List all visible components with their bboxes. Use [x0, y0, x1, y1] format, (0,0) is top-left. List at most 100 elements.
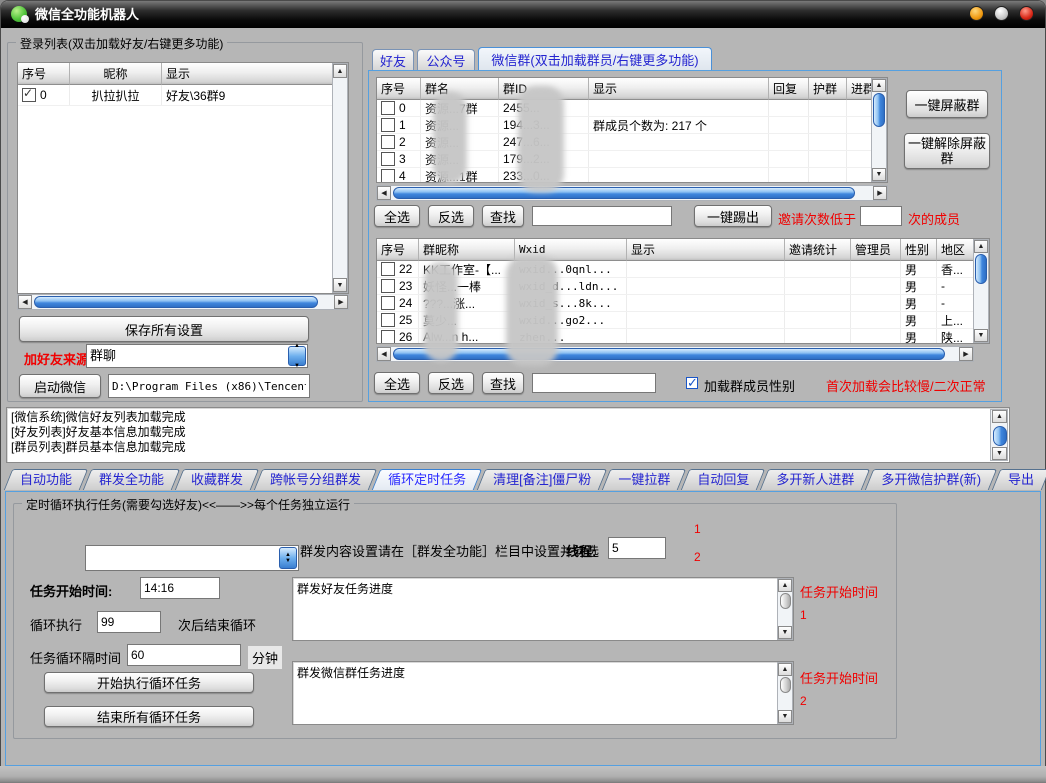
tab-favorites-send[interactable]: 收藏群发: [179, 469, 255, 490]
tab-wechat-groups[interactable]: 微信群(双击加载群员/右键更多功能): [478, 47, 712, 70]
row-checkbox[interactable]: [381, 135, 395, 149]
maximize-button[interactable]: [994, 6, 1009, 21]
tab-one-click-pull-group[interactable]: 一键拉群: [606, 469, 682, 490]
group-task-progress-box[interactable]: 群发微信群任务进度 ▲ ▼: [292, 661, 794, 725]
add-friend-source-combobox[interactable]: 群聊 ▲▼: [86, 344, 308, 368]
scroll-down-icon[interactable]: ▼: [992, 447, 1007, 460]
tab-official-accounts[interactable]: 公众号: [417, 49, 475, 70]
tab-auto-reply[interactable]: 自动回复: [685, 469, 761, 490]
scroll-thumb[interactable]: [780, 593, 791, 609]
scroll-up-icon[interactable]: ▲: [333, 64, 347, 78]
scroll-down-icon[interactable]: ▼: [974, 329, 988, 342]
scroll-right-icon[interactable]: ▶: [873, 186, 887, 200]
log-box[interactable]: [微信系统]微信好友列表加载完成 [好友列表]好友基本信息加载完成 [群员列表]…: [6, 407, 1010, 463]
scroll-thumb[interactable]: [393, 187, 855, 199]
group-search-input[interactable]: [532, 206, 672, 226]
row-checkbox[interactable]: [381, 330, 395, 344]
load-gender-checkbox[interactable]: [686, 377, 698, 389]
row-checkbox[interactable]: [381, 169, 395, 183]
tab-friends[interactable]: 好友: [372, 49, 414, 70]
login-table-hscrollbar[interactable]: ◀ ▶: [17, 294, 349, 310]
stop-all-loop-task-button[interactable]: 结束所有循环任务: [44, 706, 254, 727]
scroll-down-icon[interactable]: ▼: [333, 278, 347, 292]
close-button[interactable]: [1019, 6, 1034, 21]
member-table-hscrollbar[interactable]: ◀ ▶: [376, 346, 974, 362]
start-time-input[interactable]: [140, 577, 220, 599]
login-table-vscrollbar[interactable]: ▲ ▼: [332, 63, 348, 293]
member-find-button[interactable]: 查找: [482, 372, 524, 394]
scroll-thumb[interactable]: [873, 93, 885, 127]
shield-groups-button[interactable]: 一键屏蔽群: [906, 90, 988, 118]
row-checkbox[interactable]: [381, 152, 395, 166]
kick-button[interactable]: 一键踢出: [694, 205, 772, 227]
scroll-up-icon[interactable]: ▲: [872, 79, 886, 92]
tab-auto-functions[interactable]: 自动功能: [8, 469, 84, 490]
scroll-right-icon[interactable]: ▶: [959, 347, 973, 361]
scroll-left-icon[interactable]: ◀: [377, 186, 391, 200]
scroll-thumb[interactable]: [780, 677, 791, 693]
member-row[interactable]: 26 Alw...n h... zhen... 男 陕...: [377, 329, 989, 344]
thread-count-input[interactable]: [608, 537, 666, 559]
group-table-hscrollbar[interactable]: ◀ ▶: [376, 185, 888, 201]
row-checkbox[interactable]: [381, 279, 395, 293]
group-find-button[interactable]: 查找: [482, 205, 524, 227]
start-loop-task-button[interactable]: 开始执行循环任务: [44, 672, 254, 693]
group-table-vscrollbar[interactable]: ▲ ▼: [871, 78, 887, 182]
launch-wechat-button[interactable]: 启动微信: [19, 374, 101, 398]
wechat-path-input[interactable]: [108, 374, 310, 398]
scroll-left-icon[interactable]: ◀: [377, 347, 391, 361]
tab-mass-send-all[interactable]: 群发全功能: [87, 469, 176, 490]
progress1-vscrollbar[interactable]: ▲ ▼: [777, 578, 793, 640]
scroll-thumb[interactable]: [393, 348, 945, 360]
member-col-admin: 管理员: [851, 239, 901, 261]
member-row[interactable]: 24 ???...涨... wxid_s...8k... 男 -: [377, 295, 989, 312]
scroll-left-icon[interactable]: ◀: [18, 295, 32, 309]
member-table-vscrollbar[interactable]: ▲ ▼: [973, 239, 989, 343]
scroll-down-icon[interactable]: ▼: [778, 626, 792, 639]
login-row-checkbox[interactable]: [22, 88, 36, 102]
group-col-seq: 序号: [377, 78, 421, 100]
scroll-thumb[interactable]: [993, 426, 1007, 446]
save-all-settings-button[interactable]: 保存所有设置: [19, 316, 309, 342]
row-checkbox[interactable]: [381, 313, 395, 327]
invite-count-input[interactable]: [860, 206, 902, 226]
tab-loop-timer-tasks[interactable]: 循环定时任务: [376, 469, 478, 490]
scroll-down-icon[interactable]: ▼: [778, 710, 792, 723]
interval-input[interactable]: [127, 644, 241, 666]
row-checkbox[interactable]: [381, 262, 395, 276]
loop-count-input[interactable]: [97, 611, 161, 633]
tab-multi-wechat-guard-group[interactable]: 多开微信护群(新): [869, 469, 993, 490]
friend-task-progress-box[interactable]: 群发好友任务进度 ▲ ▼: [292, 577, 794, 641]
member-search-input[interactable]: [532, 373, 656, 393]
login-row[interactable]: 0 扒拉扒拉 好友\36群9: [18, 85, 348, 106]
scroll-right-icon[interactable]: ▶: [334, 295, 348, 309]
group-select-all-button[interactable]: 全选: [374, 205, 420, 227]
tab-cross-account-group-send[interactable]: 跨帐号分组群发: [258, 469, 373, 490]
scroll-up-icon[interactable]: ▲: [778, 579, 792, 592]
row-checkbox[interactable]: [381, 296, 395, 310]
task-target-combobox[interactable]: ▲▼: [85, 545, 299, 571]
row-checkbox[interactable]: [381, 118, 395, 132]
member-select-all-button[interactable]: 全选: [374, 372, 420, 394]
tab-multi-new-member-join[interactable]: 多开新人进群: [764, 469, 866, 490]
scroll-up-icon[interactable]: ▲: [974, 240, 988, 253]
group-invert-select-button[interactable]: 反选: [428, 205, 474, 227]
unshield-groups-button[interactable]: 一键解除屏蔽群: [904, 133, 990, 169]
member-row[interactable]: 22 KK工作室-【... wxid...0qnl... 男 香...: [377, 261, 989, 278]
member-row[interactable]: 25 莫少... wxid...go2... 男 上...: [377, 312, 989, 329]
scroll-thumb[interactable]: [975, 254, 987, 284]
scroll-up-icon[interactable]: ▲: [992, 410, 1007, 423]
tab-export[interactable]: 导出: [996, 469, 1046, 490]
scroll-down-icon[interactable]: ▼: [872, 168, 886, 181]
progress2-vscrollbar[interactable]: ▲ ▼: [777, 662, 793, 724]
row-checkbox[interactable]: [381, 101, 395, 115]
combobox-arrows-icon[interactable]: ▲▼: [279, 547, 297, 569]
member-row[interactable]: 23 妖怪...一棒 wxid_d...ldn... 男 -: [377, 278, 989, 295]
minimize-button[interactable]: [969, 6, 984, 21]
combobox-arrows-icon[interactable]: ▲▼: [288, 346, 306, 366]
scroll-up-icon[interactable]: ▲: [778, 663, 792, 676]
log-vscrollbar[interactable]: ▲ ▼: [990, 409, 1008, 461]
tab-clean-zombie-fans[interactable]: 清理[备注]僵尸粉: [481, 469, 603, 490]
member-invert-select-button[interactable]: 反选: [428, 372, 474, 394]
scroll-thumb[interactable]: [34, 296, 318, 308]
